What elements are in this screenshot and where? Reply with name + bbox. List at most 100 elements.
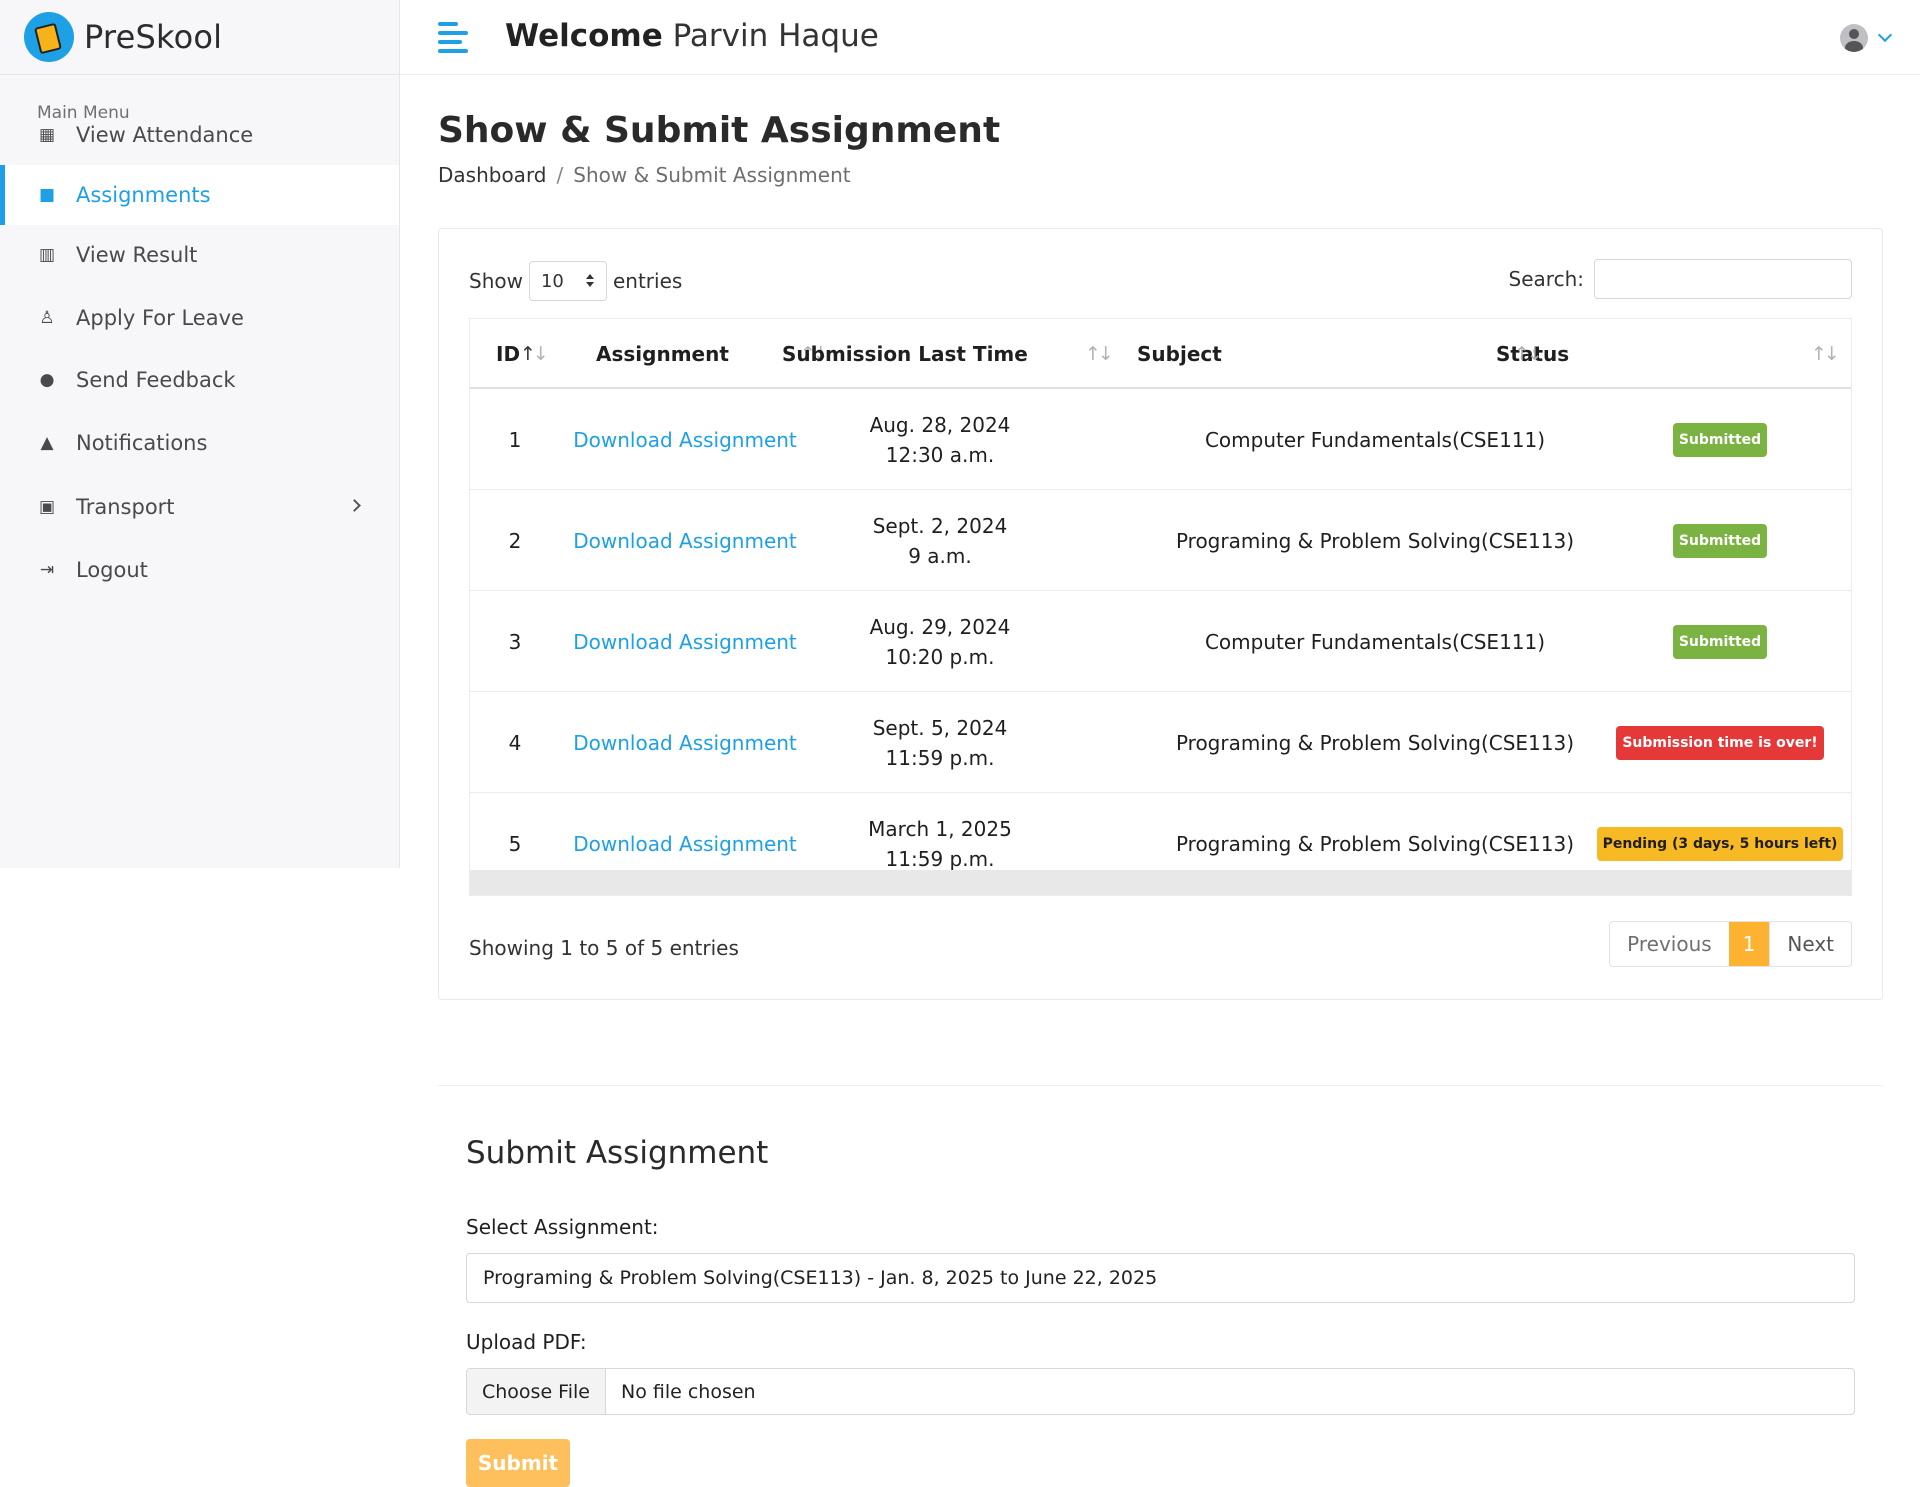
search-label: Search: [1508, 267, 1584, 291]
person-icon: ♙ [39, 308, 55, 328]
column-header-assignment[interactable]: Assignment [596, 319, 729, 389]
assignment-select[interactable]: Programing & Problem Solving(CSE113) - J… [466, 1253, 1855, 1303]
breadcrumb-dashboard[interactable]: Dashboard [438, 163, 547, 187]
table-row: 4 Download Assignment Sept. 5, 2024 11:5… [470, 692, 1851, 793]
brand-name: PreSkool [84, 18, 223, 56]
cell-date: March 1, 2025 [868, 816, 1012, 841]
sidebar-item-label: Logout [76, 558, 148, 582]
status-badge: Pending (3 days, 5 hours left) [1596, 826, 1844, 861]
cell-status: Submitted [1590, 490, 1850, 591]
status-badge: Submission time is over! [1616, 725, 1824, 760]
next-button[interactable]: Next [1769, 922, 1851, 966]
sidebar: Main Menu ▦ View Attendance ■ Assignment… [0, 75, 400, 868]
sidebar-item-notifications[interactable]: ▲ Notifications [0, 413, 399, 473]
download-assignment-link[interactable]: Download Assignment [570, 490, 800, 591]
sort-icon[interactable]: ↑↓ [1811, 343, 1840, 365]
cell-id: 4 [508, 730, 522, 755]
select-arrows-icon [585, 274, 594, 287]
column-header-label: Subject [1137, 342, 1222, 366]
cell-date: Aug. 28, 2024 [869, 412, 1011, 437]
page-title: Show & Submit Assignment [438, 110, 1001, 151]
sidebar-item-assignments[interactable]: ■ Assignments [0, 165, 399, 225]
sidebar-item-label: Send Feedback [76, 368, 236, 392]
previous-button[interactable]: Previous [1610, 922, 1729, 966]
entries-select[interactable]: 10 [528, 261, 607, 301]
download-assignment-link[interactable]: Download Assignment [570, 389, 800, 490]
sidebar-item-label: Assignments [76, 183, 211, 207]
chevron-right-icon [348, 499, 361, 512]
hamburger-menu-icon[interactable] [438, 22, 468, 53]
sort-icon[interactable]: ↑↓ [1085, 343, 1114, 365]
file-input[interactable]: Choose File No file chosen [466, 1368, 1855, 1415]
breadcrumb: Dashboard / Show & Submit Assignment [438, 163, 851, 187]
user-menu[interactable] [1840, 24, 1893, 52]
download-assignment-link[interactable]: Download Assignment [570, 692, 800, 793]
logo-icon [24, 12, 74, 62]
sort-asc-icon[interactable]: ↑↓ [520, 343, 549, 365]
submit-assignment-title: Submit Assignment [466, 1135, 769, 1171]
sidebar-item-logout[interactable]: ⇥ Logout [0, 540, 399, 600]
cell-status: Submission time is over! [1590, 692, 1850, 793]
cell-id: 2 [508, 528, 522, 553]
cell-status: Submitted [1590, 389, 1850, 490]
column-header-submission-last-time[interactable]: Submission Last Time [782, 319, 1028, 389]
horizontal-scrollbar[interactable] [470, 870, 1851, 895]
cell-time: 12:30 a.m. [885, 442, 995, 467]
sidebar-item-view-attendance[interactable]: ▦ View Attendance [0, 105, 399, 165]
avatar[interactable] [1840, 24, 1868, 52]
sidebar-item-transport[interactable]: ▣ Transport [0, 477, 399, 537]
cell-subject: Computer Fundamentals(CSE111) [1204, 427, 1546, 452]
cell-subject: Programing & Problem Solving(CSE113) [1175, 730, 1575, 755]
submit-button[interactable]: Submit [466, 1439, 570, 1487]
sort-icon[interactable]: ↑↓ [1514, 343, 1543, 365]
choose-file-button[interactable]: Choose File [467, 1369, 606, 1414]
sidebar-item-label: Notifications [76, 431, 208, 455]
sidebar-item-label: View Result [76, 243, 198, 267]
brand-logo[interactable]: PreSkool [0, 0, 400, 75]
topbar: Welcome Parvin Haque [400, 0, 1920, 75]
cell-id: 3 [508, 629, 522, 654]
table-row: 1 Download Assignment Aug. 28, 2024 12:3… [470, 389, 1851, 490]
pagination: Previous 1 Next [1609, 921, 1852, 967]
sidebar-item-apply-for-leave[interactable]: ♙ Apply For Leave [0, 288, 399, 348]
cell-submission-time: Sept. 2, 2024 9 a.m. [805, 490, 1075, 591]
status-badge: Submitted [1672, 422, 1768, 457]
cell-submission-time: Aug. 28, 2024 12:30 a.m. [805, 389, 1075, 490]
table-header: ID ↑↓ Assignment ↑↓ Submission Last Time… [470, 319, 1851, 389]
cell-time: 10:20 p.m. [885, 644, 995, 669]
select-assignment-label: Select Assignment: [466, 1215, 659, 1239]
download-assignment-link[interactable]: Download Assignment [570, 591, 800, 692]
cell-time: 11:59 p.m. [885, 846, 995, 871]
user-name: Parvin Haque [672, 18, 879, 54]
cell-time: 9 a.m. [908, 543, 972, 568]
chevron-down-icon[interactable] [1877, 27, 1893, 43]
show-label: Show [469, 269, 523, 293]
sidebar-item-label: Apply For Leave [76, 306, 244, 330]
bus-icon: ▣ [38, 497, 56, 517]
cell-submission-time: Sept. 5, 2024 11:59 p.m. [805, 692, 1075, 793]
sidebar-item-label: Transport [76, 495, 175, 519]
assignments-table: ID ↑↓ Assignment ↑↓ Submission Last Time… [469, 318, 1852, 896]
file-status: No file chosen [620, 1380, 756, 1403]
column-header-subject[interactable]: Subject [1137, 319, 1222, 389]
status-badge: Submitted [1672, 624, 1768, 659]
welcome-prefix: Welcome [505, 18, 663, 54]
status-badge: Submitted [1672, 523, 1768, 558]
sidebar-item-label: View Attendance [76, 123, 254, 147]
section-divider [438, 1085, 1883, 1086]
welcome-text: Welcome Parvin Haque [505, 18, 879, 54]
search-input[interactable] [1594, 259, 1852, 299]
page-button-current[interactable]: 1 [1728, 922, 1770, 966]
column-header-label: Submission Last Time [782, 342, 1028, 366]
table-search: Search: [1509, 259, 1852, 299]
entries-label: entries [612, 269, 683, 293]
column-header-id[interactable]: ID [496, 319, 520, 389]
cell-submission-time: Aug. 29, 2024 10:20 p.m. [805, 591, 1075, 692]
cell-id: 1 [508, 427, 522, 452]
cell-time: 11:59 p.m. [885, 745, 995, 770]
sidebar-item-send-feedback[interactable]: ● Send Feedback [0, 350, 399, 410]
column-header-label: Assignment [596, 342, 729, 366]
cell-date: Sept. 5, 2024 [872, 715, 1008, 740]
cell-status: Submitted [1590, 591, 1850, 692]
sidebar-item-view-result[interactable]: ▥ View Result [0, 225, 399, 285]
